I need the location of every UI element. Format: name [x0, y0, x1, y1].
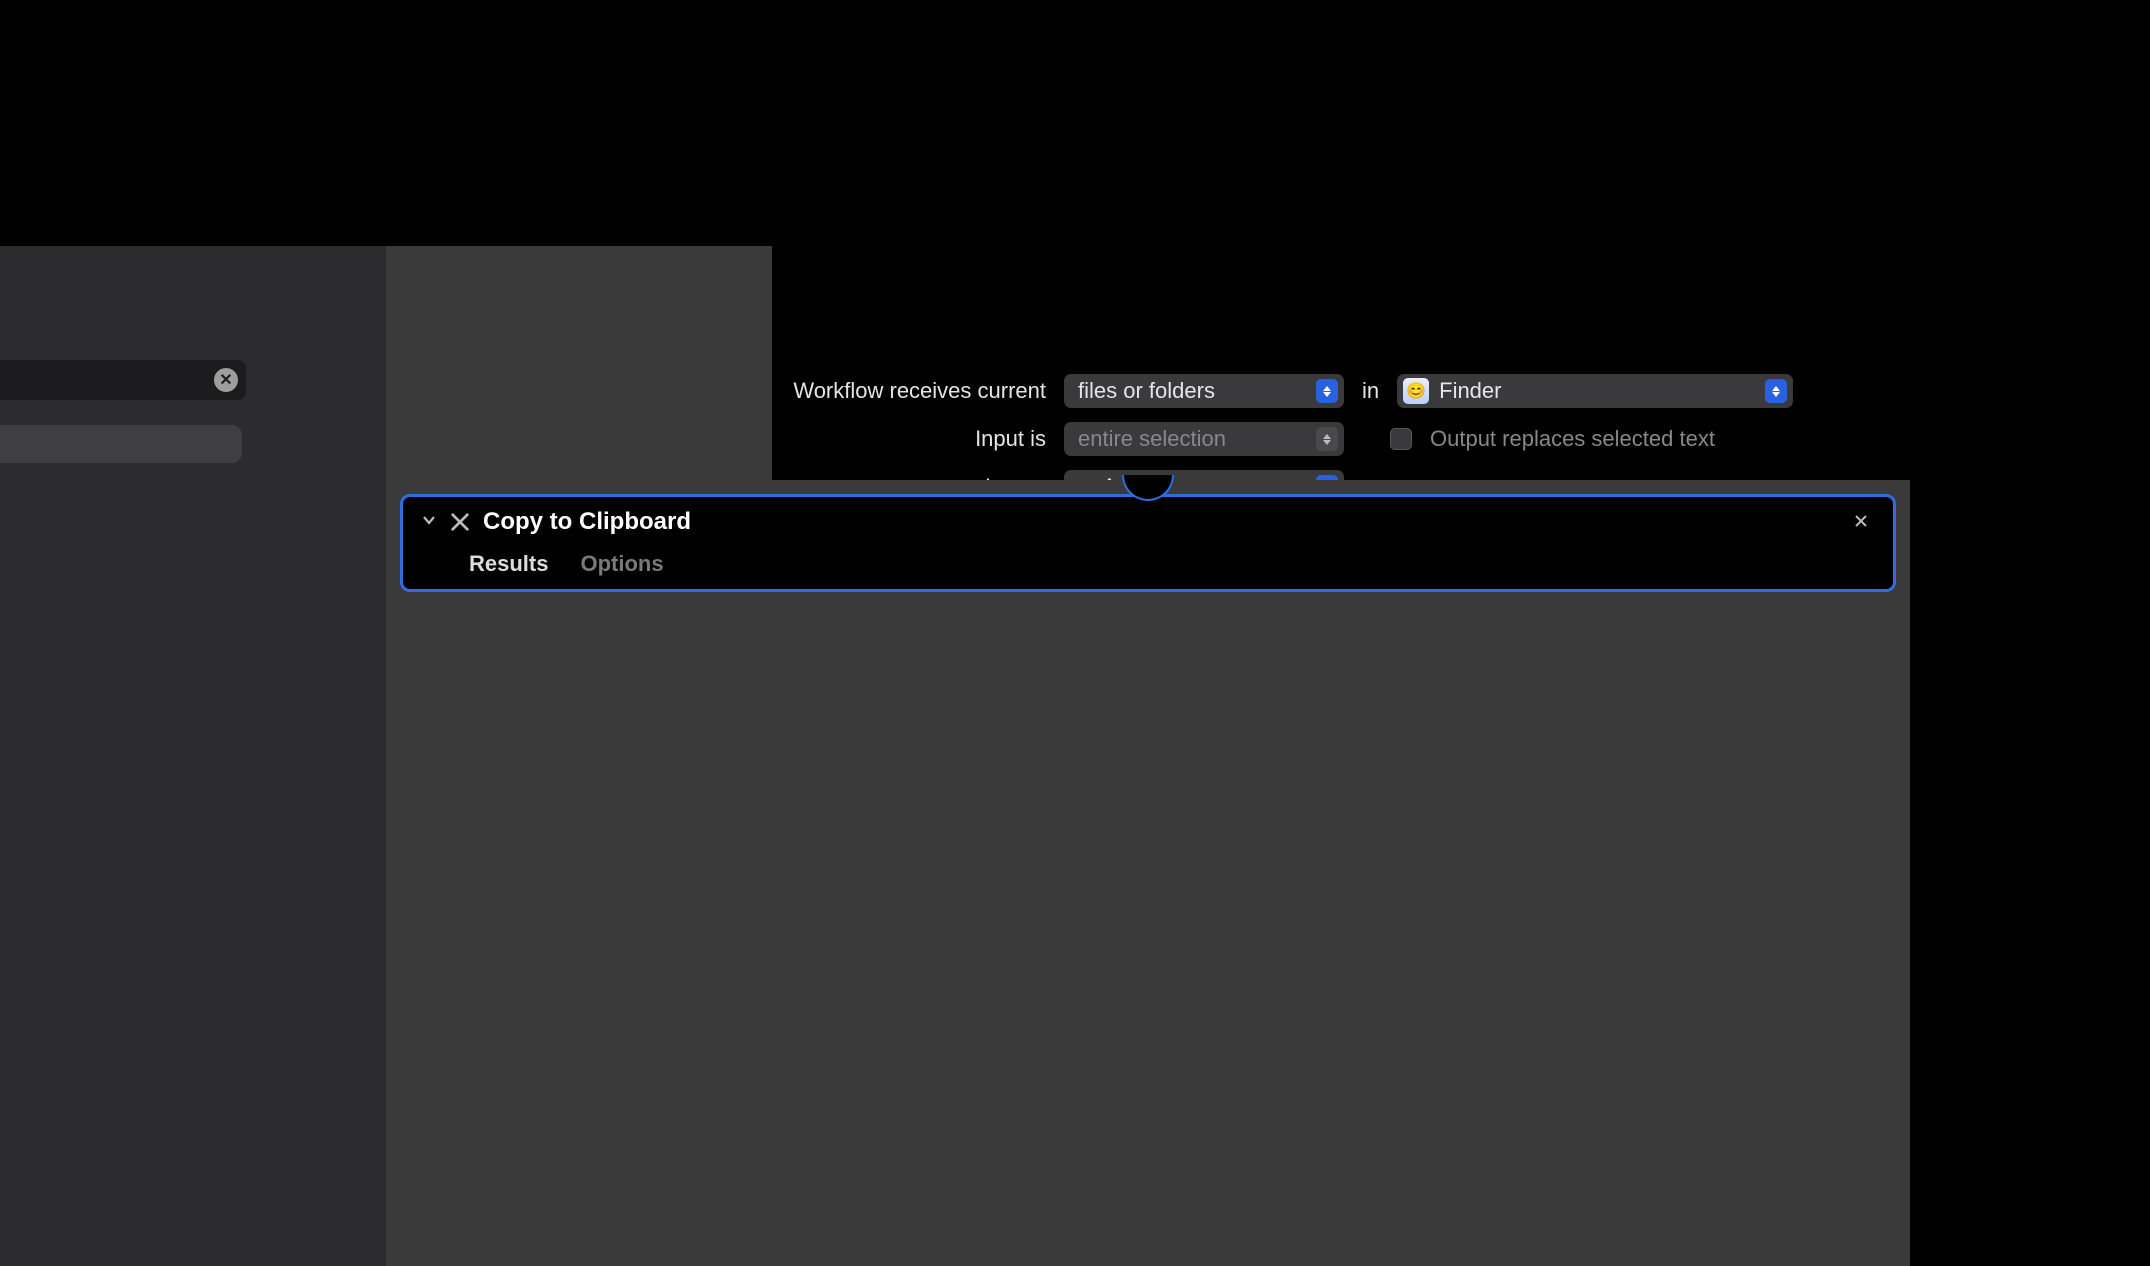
action-close-button[interactable]	[1847, 507, 1875, 537]
app-window: Workflow receives current files or folde…	[0, 246, 1910, 1266]
checkbox-output-replaces[interactable]	[1390, 428, 1412, 450]
popup-input-is: entire selection	[1064, 422, 1344, 456]
popup-receives-value: files or folders	[1078, 378, 1215, 404]
label-in: in	[1362, 378, 1379, 404]
label-receives: Workflow receives current	[772, 378, 1046, 404]
utilities-icon	[449, 511, 471, 533]
popup-receives[interactable]: files or folders	[1064, 374, 1344, 408]
row-input-is: Input is entire selection Output replace…	[772, 422, 2150, 456]
clear-search-icon[interactable]: ✕	[214, 368, 238, 392]
popup-input-is-value: entire selection	[1078, 426, 1226, 452]
row-receives: Workflow receives current files or folde…	[772, 374, 2150, 408]
disclosure-icon[interactable]	[421, 512, 437, 533]
action-header: Copy to Clipboard	[421, 507, 1875, 537]
workflow-main: Workflow receives current files or folde…	[386, 246, 1910, 1266]
chevron-updown-icon	[1316, 427, 1338, 451]
chevron-updown-icon	[1316, 379, 1338, 403]
action-tabs: Results Options	[421, 551, 1875, 577]
library-list-selection[interactable]	[0, 425, 242, 463]
action-input-connector	[1122, 475, 1174, 501]
finder-icon: 😊	[1403, 378, 1429, 404]
popup-app[interactable]: 😊 Finder	[1397, 374, 1793, 408]
chevron-updown-icon	[1765, 379, 1787, 403]
popup-app-value: Finder	[1439, 378, 1501, 404]
library-search-field[interactable]: ✕	[0, 360, 246, 400]
label-output-replaces: Output replaces selected text	[1430, 426, 1715, 452]
action-copy-to-clipboard[interactable]: Copy to Clipboard Results Options	[400, 494, 1896, 592]
workflow-settings-strip: Workflow receives current files or folde…	[772, 246, 2150, 480]
tab-results[interactable]: Results	[469, 551, 548, 577]
label-input-is: Input is	[772, 426, 1046, 452]
action-title: Copy to Clipboard	[483, 508, 691, 536]
tab-options[interactable]: Options	[580, 551, 663, 577]
workflow-canvas[interactable]: Copy to Clipboard Results Options	[386, 480, 1910, 1266]
